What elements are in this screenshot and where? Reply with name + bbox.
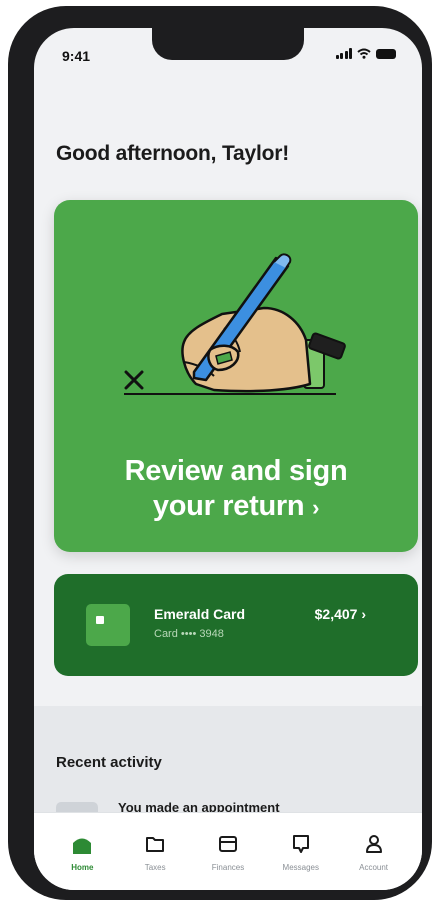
phone-frame: 9:41 Good afternoon, Taylor! Review and … bbox=[8, 6, 432, 900]
tab-label-home: Home bbox=[71, 863, 94, 872]
tab-taxes[interactable]: Taxes bbox=[122, 813, 188, 890]
message-icon bbox=[290, 833, 312, 855]
tab-account[interactable]: Account bbox=[341, 813, 407, 890]
tab-finances[interactable]: Finances bbox=[195, 813, 261, 890]
home-icon bbox=[71, 833, 93, 855]
battery-icon bbox=[376, 48, 396, 59]
recent-activity-title: Recent activity bbox=[56, 754, 162, 771]
tab-home[interactable]: Home bbox=[49, 813, 115, 890]
greeting-heading: Good afternoon, Taylor! bbox=[56, 142, 290, 165]
tab-bar: Home Taxes Finances Messages Account bbox=[34, 812, 422, 890]
status-icons bbox=[335, 48, 396, 59]
card-name: Emerald Card bbox=[154, 606, 246, 622]
tab-label-finances: Finances bbox=[211, 863, 245, 872]
card-chip-icon bbox=[96, 616, 104, 624]
emerald-card-tile[interactable]: Emerald Card Card •••• 3948 $2,407 › bbox=[54, 574, 418, 676]
folder-icon bbox=[144, 833, 166, 855]
review-sign-title: Review and sign your return › bbox=[54, 454, 418, 525]
wallet-icon bbox=[217, 833, 239, 855]
tab-label-account: Account bbox=[359, 863, 389, 872]
screen: 9:41 Good afternoon, Taylor! Review and … bbox=[34, 28, 422, 890]
person-icon bbox=[363, 833, 385, 855]
recent-activity-section: Recent activity You made an appointment bbox=[34, 706, 422, 826]
hand-signing-illustration bbox=[124, 253, 346, 395]
hero-title-text: your return bbox=[152, 490, 305, 522]
tab-messages[interactable]: Messages bbox=[268, 813, 334, 890]
review-sign-card[interactable]: Review and sign your return › bbox=[54, 200, 418, 552]
card-balance: $2,407 › bbox=[314, 606, 366, 622]
tab-label-taxes: Taxes bbox=[144, 863, 166, 872]
card-number: Card •••• 3948 bbox=[154, 628, 224, 640]
tab-label-messages: Messages bbox=[282, 863, 320, 872]
signal-icon bbox=[335, 48, 352, 59]
hero-title-line2: your return › bbox=[54, 489, 418, 525]
chevron-right-icon: › bbox=[312, 495, 320, 520]
hero-title-line1: Review and sign bbox=[124, 455, 348, 487]
notch bbox=[152, 28, 304, 60]
wifi-icon bbox=[357, 48, 371, 59]
card-icon bbox=[86, 604, 130, 646]
status-time: 9:41 bbox=[62, 48, 91, 64]
